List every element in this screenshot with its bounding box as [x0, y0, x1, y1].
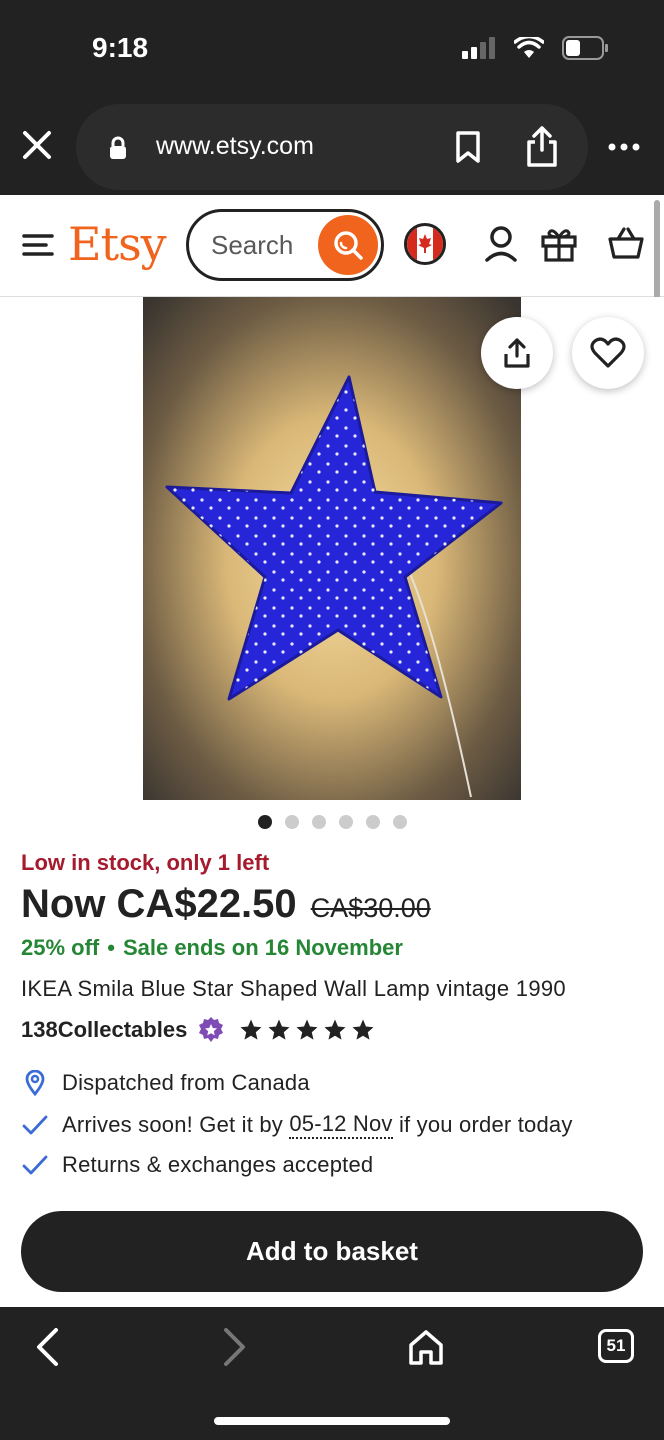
search-input[interactable] — [211, 230, 321, 261]
signal-icon — [462, 37, 495, 59]
carousel-dot[interactable] — [285, 815, 299, 829]
lock-icon — [110, 136, 126, 159]
favorite-button[interactable] — [572, 317, 644, 389]
browser-toolbar: www.etsy.com — [0, 100, 664, 195]
search-bar[interactable] — [186, 209, 384, 281]
rating-stars[interactable] — [239, 1018, 375, 1042]
carousel-dot[interactable] — [393, 815, 407, 829]
status-bar: 9:18 — [0, 0, 664, 100]
sale-info: 25% off • Sale ends on 16 November — [21, 935, 403, 961]
tabs-button[interactable]: 51 — [598, 1329, 634, 1363]
scrollbar[interactable] — [654, 200, 660, 312]
stock-notice: Low in stock, only 1 left — [21, 850, 270, 875]
star-seller-badge-icon — [199, 1017, 224, 1042]
checkmark-icon — [22, 1155, 48, 1175]
product-image[interactable] — [143, 297, 521, 800]
canada-flag-icon[interactable] — [404, 223, 446, 265]
sale-end-label: Sale ends on 16 November — [122, 935, 403, 960]
add-to-basket-button[interactable]: Add to basket — [21, 1211, 643, 1292]
carousel-dot[interactable] — [258, 815, 272, 829]
site-header: Etsy — [0, 195, 664, 297]
dispatch-info: Dispatched from Canada — [21, 1070, 310, 1096]
carousel-dot[interactable] — [312, 815, 326, 829]
close-icon[interactable] — [20, 128, 54, 162]
discount-label: 25% off — [21, 935, 100, 960]
star-icon — [240, 1019, 262, 1040]
separator-dot: • — [107, 935, 115, 960]
share-image-button[interactable] — [481, 317, 553, 389]
share-icon — [504, 338, 530, 368]
arrival-dates[interactable]: 05-12 Nov — [289, 1111, 393, 1139]
search-icon — [334, 231, 363, 260]
returns-info: Returns & exchanges accepted — [21, 1152, 373, 1178]
original-price: CA$30.00 — [310, 893, 431, 923]
arrival-suffix: if you order today — [392, 1112, 573, 1137]
product-page: Low in stock, only 1 left Now CA$22.50 C… — [0, 297, 664, 1307]
shop-name-link[interactable]: 138Collectables — [21, 1017, 187, 1043]
wifi-icon — [514, 37, 544, 58]
carousel-dot[interactable] — [339, 815, 353, 829]
location-pin-icon — [25, 1070, 45, 1096]
back-icon[interactable] — [34, 1327, 60, 1367]
browser-bottom-toolbar: 51 — [0, 1307, 664, 1440]
etsy-logo[interactable]: Etsy — [68, 217, 167, 271]
share-icon[interactable] — [524, 124, 560, 168]
current-price: Now CA$22.50 — [21, 882, 297, 926]
star-icon — [296, 1019, 318, 1040]
address-bar[interactable] — [76, 104, 588, 190]
bookmark-icon[interactable] — [454, 130, 482, 164]
more-options-icon[interactable] — [608, 142, 640, 152]
star-icon — [268, 1019, 290, 1040]
status-icons — [462, 36, 608, 60]
heart-icon — [590, 337, 626, 368]
arrival-info: Arrives soon! Get it by 05-12 Nov if you… — [21, 1111, 573, 1139]
shop-row: 138Collectables — [21, 1016, 375, 1044]
battery-icon — [562, 36, 608, 60]
dispatch-text: Dispatched from Canada — [62, 1070, 310, 1095]
product-title: IKEA Smila Blue Star Shaped Wall Lamp vi… — [21, 976, 566, 1001]
clock: 9:18 — [92, 32, 149, 63]
carousel-dot[interactable] — [366, 815, 380, 829]
url-text[interactable]: www.etsy.com — [156, 132, 314, 161]
gift-icon[interactable] — [540, 225, 578, 263]
star-icon — [324, 1019, 346, 1040]
search-button[interactable] — [318, 215, 378, 275]
home-indicator[interactable] — [214, 1417, 450, 1425]
star-icon — [352, 1019, 374, 1040]
arrival-prefix: Arrives soon! Get it by — [62, 1112, 290, 1137]
account-icon[interactable] — [484, 225, 518, 263]
image-carousel-dots — [258, 815, 407, 829]
menu-icon[interactable] — [22, 233, 54, 257]
returns-text: Returns & exchanges accepted — [62, 1152, 374, 1177]
home-icon[interactable] — [406, 1327, 446, 1367]
basket-icon[interactable] — [608, 225, 644, 261]
price-row: Now CA$22.50 CA$30.00 — [21, 882, 431, 927]
checkmark-icon — [22, 1115, 48, 1135]
forward-icon[interactable] — [222, 1327, 248, 1367]
